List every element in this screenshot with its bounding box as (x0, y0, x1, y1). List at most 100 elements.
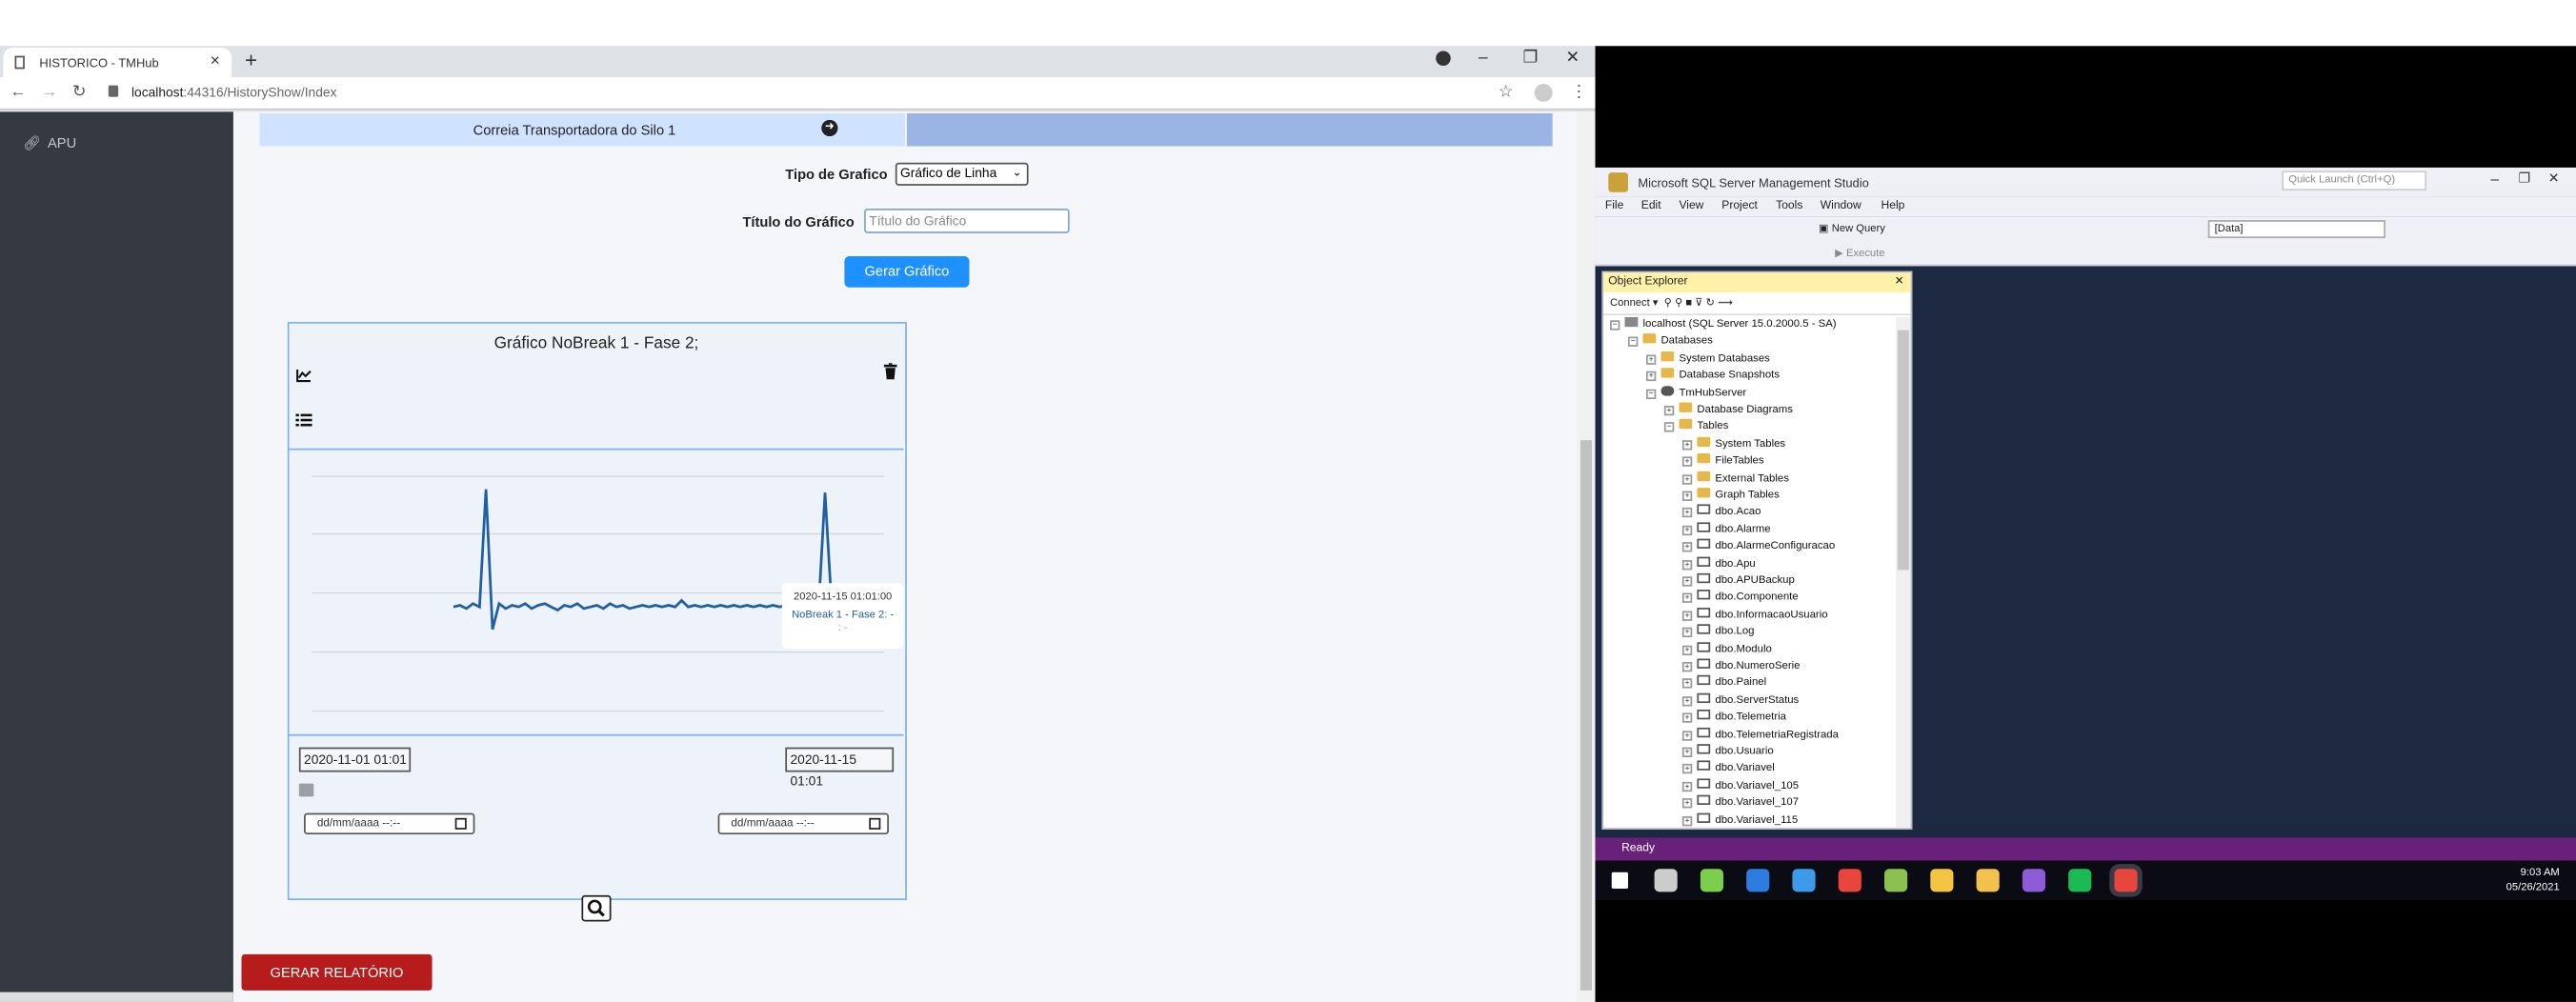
tree-table-node[interactable]: + dbo.Variavel_107 (1681, 794, 1799, 812)
info-lock-icon[interactable] (108, 85, 119, 97)
tree-table-node[interactable]: + dbo.Variavel_105 (1681, 778, 1799, 795)
expand-icon[interactable]: + (1681, 781, 1693, 792)
sidebar-item-apu[interactable]: 🔗︎ APU (23, 134, 76, 152)
taskbar-chrome-active-icon[interactable] (2114, 869, 2138, 892)
tree-table-node[interactable]: + dbo.TelemetriaRegistrada (1681, 727, 1839, 744)
taskbar-app-blue-icon[interactable] (1746, 869, 1770, 892)
profile-record-icon[interactable] (1436, 50, 1451, 66)
taskbar-visual-studio-icon[interactable] (2022, 869, 2046, 892)
expand-icon[interactable]: + (1681, 764, 1693, 774)
tree-table-node[interactable]: + dbo.Apu (1681, 555, 1756, 573)
tree-table-node[interactable]: + dbo.Painel (1681, 675, 1766, 692)
menu-edit[interactable]: Edit (1641, 200, 1661, 211)
taskbar-chrome-icon[interactable] (1838, 869, 1862, 892)
tree-table-node[interactable]: + dbo.Variavel (1681, 761, 1775, 778)
arrow-right-icon[interactable]: ➜ (821, 119, 838, 137)
close-window-icon[interactable]: ✕ (1565, 50, 1579, 68)
page-scrollbar[interactable] (1577, 111, 1596, 1002)
expand-icon[interactable]: + (1681, 559, 1693, 570)
expand-icon[interactable]: + (1681, 730, 1693, 741)
expand-icon[interactable]: + (1681, 491, 1693, 501)
expand-icon[interactable]: + (1681, 712, 1693, 724)
new-query-button[interactable]: ▣ New Query (1819, 222, 1885, 235)
calendar-icon[interactable] (454, 817, 467, 830)
collapse-icon[interactable]: − (1627, 337, 1639, 348)
menu-help[interactable]: Help (1882, 200, 1905, 211)
profile-avatar-icon[interactable] (1534, 83, 1553, 102)
expand-icon[interactable]: + (1681, 611, 1693, 621)
tree-node[interactable]: − TmHubServer (1645, 385, 1746, 403)
end-datetime-input[interactable]: dd/mm/aaaa --:-- (717, 812, 889, 835)
database-dropdown[interactable]: [Data] (2207, 220, 2385, 239)
generate-chart-button[interactable]: Gerar Gráfico (844, 256, 970, 288)
tree-node[interactable]: + Graph Tables (1681, 488, 1780, 505)
trash-icon[interactable] (883, 363, 897, 380)
tree-node[interactable]: − Databases (1627, 333, 1713, 351)
taskbar-task-view-icon[interactable] (1654, 869, 1678, 892)
tree-table-node[interactable]: + dbo.Usuario (1681, 744, 1774, 761)
tree-table-node[interactable]: + dbo.Alarme (1681, 522, 1771, 539)
menu-kebab-icon[interactable]: ⋮ (1571, 84, 1587, 102)
tree-node[interactable]: + FileTables (1681, 453, 1764, 471)
tree-node[interactable]: + System Databases (1645, 351, 1770, 369)
expand-icon[interactable]: + (1681, 695, 1693, 707)
taskbar-app-green-icon[interactable] (1700, 869, 1724, 892)
chart-type-select[interactable]: Gráfico de Linha ⌄ (895, 162, 1029, 186)
tree-table-node[interactable]: + dbo.InformacaoUsuario (1681, 607, 1828, 625)
expand-icon[interactable]: + (1645, 354, 1657, 365)
execute-button[interactable]: ▶ Execute (1835, 247, 1884, 259)
tree-table-node[interactable]: + dbo.ServerStatus (1681, 692, 1799, 710)
close-tab-icon[interactable]: × (211, 52, 220, 70)
menu-file[interactable]: File (1605, 200, 1623, 211)
minimize-icon[interactable]: – (2490, 170, 2499, 187)
forward-icon[interactable]: → (41, 84, 57, 102)
menu-tools[interactable]: Tools (1776, 200, 1802, 211)
tree-table-node[interactable]: + dbo.Telemetria (1681, 710, 1786, 727)
connect-button[interactable]: Connect (1610, 297, 1650, 309)
expand-icon[interactable]: + (1681, 747, 1693, 757)
expand-icon[interactable]: + (1681, 473, 1693, 485)
close-icon[interactable]: ✕ (2548, 170, 2560, 186)
tree-node[interactable]: − Tables (1663, 419, 1728, 436)
taskbar-app-tools-icon[interactable] (1792, 869, 1816, 892)
generate-report-button[interactable]: GERAR RELATÓRIO (241, 953, 433, 991)
tree-node[interactable]: + Database Diagrams (1663, 402, 1793, 420)
search-button[interactable] (581, 894, 612, 922)
expand-icon[interactable]: + (1681, 645, 1693, 655)
menu-view[interactable]: View (1679, 200, 1703, 211)
tree-table-node[interactable]: + dbo.Variavel_115 (1681, 812, 1798, 828)
expand-icon[interactable]: + (1645, 371, 1657, 382)
taskbar-spotify-icon[interactable] (2068, 869, 2092, 892)
reload-icon[interactable]: ↻ (72, 84, 86, 102)
collapse-icon[interactable]: − (1610, 320, 1620, 331)
tree-node[interactable]: − localhost (SQL Server 15.0.2000.5 - SA) (1610, 316, 1837, 334)
tab-secondary[interactable] (906, 112, 1553, 147)
list-icon[interactable] (295, 412, 312, 428)
calendar-icon[interactable] (869, 817, 881, 830)
expand-icon[interactable]: + (1681, 815, 1693, 826)
tab-correia-silo-1[interactable]: Correia Transportadora do Silo 1 ➜ (259, 112, 906, 147)
tree-table-node[interactable]: + dbo.Log (1681, 624, 1754, 642)
tree-node[interactable]: + Database Snapshots (1645, 368, 1780, 386)
expand-icon[interactable]: + (1681, 576, 1693, 587)
taskbar-file-explorer-icon[interactable] (1976, 869, 2000, 892)
chart-title-input[interactable]: Título do Gráfico (864, 209, 1070, 233)
expand-icon[interactable]: + (1681, 439, 1693, 451)
tree-scroll-thumb[interactable] (1897, 330, 1909, 571)
expand-icon[interactable]: + (1663, 405, 1675, 416)
tree-table-node[interactable]: + dbo.APUBackup (1681, 572, 1795, 591)
tree-node[interactable]: + External Tables (1681, 471, 1789, 488)
taskbar-notepad-green-icon[interactable] (1884, 869, 1908, 892)
menu-window[interactable]: Window (1821, 200, 1862, 211)
back-icon[interactable]: ← (10, 84, 26, 102)
tree-node[interactable]: + System Tables (1681, 436, 1785, 453)
quick-launch-input[interactable]: Quick Launch (Ctrl+Q) (2282, 170, 2427, 191)
expand-icon[interactable]: + (1681, 593, 1693, 604)
browser-tab[interactable]: HISTORICO - TMHub × (3, 48, 232, 78)
taskbar-app-yellow-icon[interactable] (1930, 869, 1954, 892)
tree-scrollbar[interactable] (1896, 316, 1911, 829)
expand-icon[interactable]: + (1681, 508, 1693, 518)
start-datetime-input[interactable]: dd/mm/aaaa --:-- (304, 812, 475, 835)
line-chart-icon[interactable] (295, 368, 312, 383)
expand-icon[interactable]: + (1681, 678, 1693, 690)
